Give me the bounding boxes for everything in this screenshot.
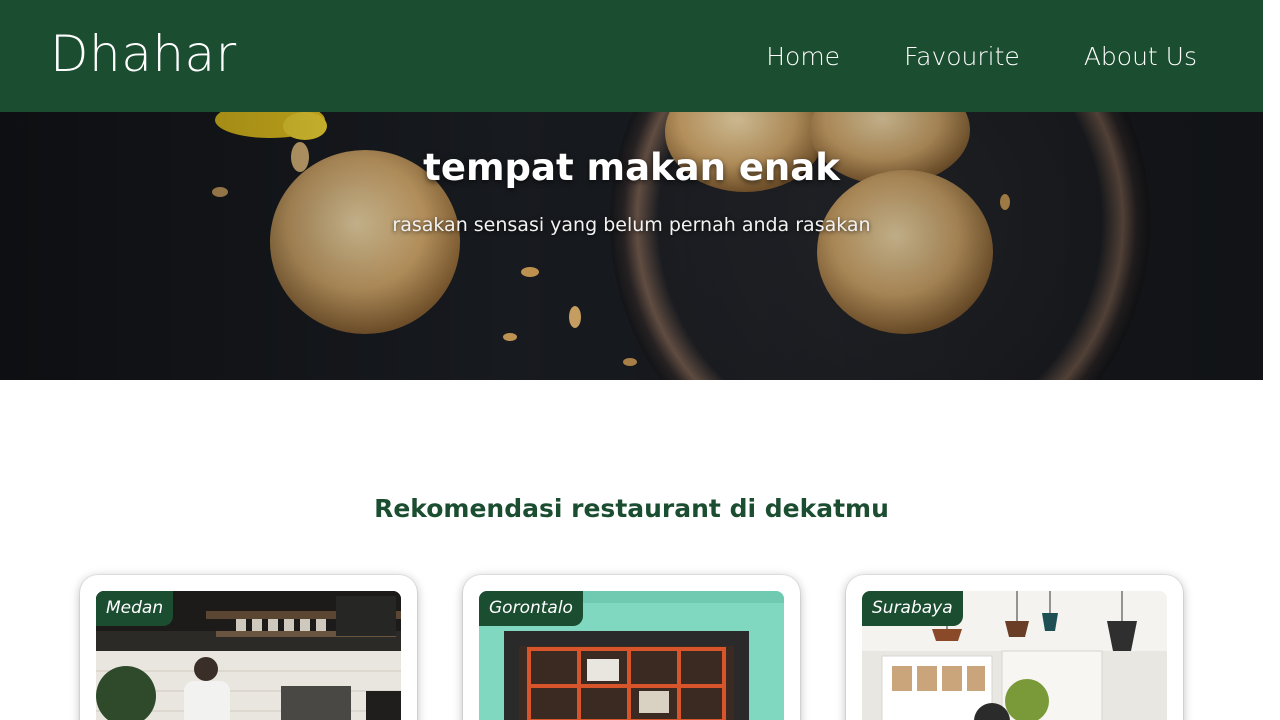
site-header: Dhahar Home Favourite About Us	[0, 0, 1263, 112]
card-city-tag: Medan	[96, 591, 174, 626]
restaurant-card[interactable]: Medan	[80, 575, 417, 720]
main-nav: Home Favourite About Us	[766, 40, 1197, 74]
hero-banner: tempat makan enak rasakan sensasi yang b…	[0, 112, 1263, 380]
restaurant-card[interactable]: Gorontalo	[463, 575, 800, 720]
section-title: Rekomendasi restaurant di dekatmu	[374, 494, 889, 523]
nav-about-us-link[interactable]: About Us	[1084, 40, 1197, 74]
hero-subtitle: rasakan sensasi yang belum pernah anda r…	[392, 214, 871, 236]
hero-title: tempat makan enak	[423, 146, 840, 189]
card-city-tag: Gorontalo	[479, 591, 583, 626]
brand-logo[interactable]: Dhahar	[50, 26, 237, 82]
nav-home-link[interactable]: Home	[766, 40, 840, 74]
card-city-tag: Surabaya	[862, 591, 963, 626]
page: Dhahar Home Favourite About Us tempat ma…	[0, 0, 1263, 720]
restaurant-card[interactable]: Surabaya	[846, 575, 1183, 720]
nav-favourite-link[interactable]: Favourite	[904, 40, 1020, 74]
